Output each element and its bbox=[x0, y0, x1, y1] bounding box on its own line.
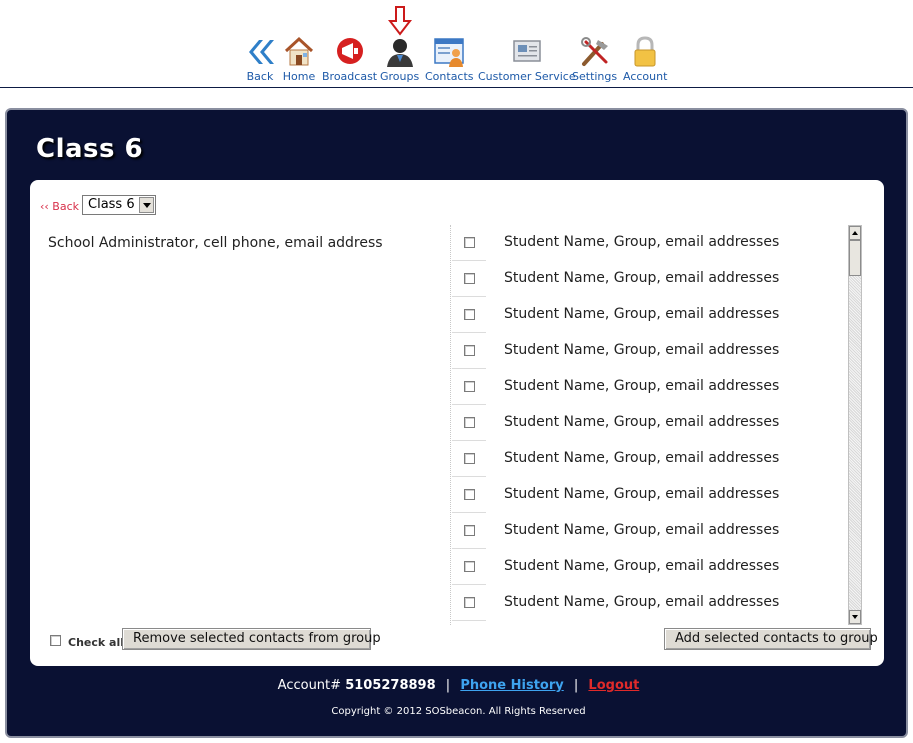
group-person-icon bbox=[386, 39, 413, 67]
account-prefix: Account# bbox=[277, 678, 342, 693]
table-row: Student Name, Group, email addresses bbox=[452, 261, 848, 297]
content-card: ‹‹ Back Class 6 School Administrator, ce… bbox=[30, 180, 884, 666]
contact-text: Student Name, Group, email addresses bbox=[504, 450, 780, 466]
contact-checkbox[interactable] bbox=[464, 237, 475, 248]
megaphone-icon bbox=[336, 38, 363, 64]
checkbox-cell bbox=[452, 297, 486, 333]
contact-checkbox[interactable] bbox=[464, 273, 475, 284]
contact-checkbox[interactable] bbox=[464, 381, 475, 392]
scroll-up-icon[interactable] bbox=[849, 226, 861, 240]
contact-text: Student Name, Group, email addresses bbox=[504, 522, 780, 538]
contact-checkbox[interactable] bbox=[464, 525, 475, 536]
contact-text: Student Name, Group, email addresses bbox=[504, 486, 780, 502]
table-row: Student Name, Group, email addresses bbox=[452, 585, 848, 621]
checkbox-cell bbox=[452, 585, 486, 621]
nav-label-broadcast: Broadcast bbox=[322, 70, 378, 83]
nav-label-account: Account bbox=[623, 70, 668, 83]
checkbox-cell bbox=[452, 333, 486, 369]
nav-item-contacts[interactable]: Contacts bbox=[425, 36, 474, 84]
contact-checkbox[interactable] bbox=[464, 417, 475, 428]
checkbox-cell bbox=[452, 549, 486, 585]
envelope-icon bbox=[513, 40, 541, 62]
check-all-checkbox[interactable] bbox=[50, 635, 61, 646]
list-item[interactable]: School Administrator, cell phone, email … bbox=[48, 235, 383, 251]
checkbox-cell bbox=[452, 477, 486, 513]
contact-text: Student Name, Group, email addresses bbox=[504, 378, 780, 394]
nav-item-groups[interactable]: Groups bbox=[380, 36, 419, 84]
footer: Account# 5105278898 | Phone History | Lo… bbox=[7, 678, 910, 693]
scroll-thumb[interactable] bbox=[849, 240, 861, 276]
phone-history-link[interactable]: Phone History bbox=[460, 678, 563, 693]
contact-text: Student Name, Group, email addresses bbox=[504, 342, 780, 358]
chevron-down-icon[interactable] bbox=[139, 197, 154, 213]
nav-label-contacts: Contacts bbox=[425, 70, 474, 83]
contacts-scrollbar[interactable] bbox=[848, 225, 862, 625]
copyright: Copyright © 2012 SOSbeacon. All Rights R… bbox=[331, 706, 586, 717]
logout-link[interactable]: Logout bbox=[588, 678, 639, 693]
table-row: Student Name, Group, email addresses bbox=[452, 297, 848, 333]
contact-checkbox[interactable] bbox=[464, 561, 475, 572]
table-row: Student Name, Group, email addresses bbox=[452, 333, 848, 369]
checkbox-cell bbox=[452, 261, 486, 297]
table-row: Student Name, Group, email addresses bbox=[452, 549, 848, 585]
tools-icon bbox=[580, 37, 608, 66]
contact-checkbox[interactable] bbox=[464, 597, 475, 608]
account-number: 5105278898 bbox=[345, 678, 436, 693]
nav-label-home: Home bbox=[282, 70, 316, 83]
available-contacts-list: Student Name, Group, email addresses Stu… bbox=[452, 225, 848, 623]
contact-text: Student Name, Group, email addresses bbox=[504, 414, 780, 430]
nav-label-back: Back bbox=[246, 70, 274, 83]
column-divider bbox=[450, 225, 451, 625]
contact-text: Student Name, Group, email addresses bbox=[504, 234, 780, 250]
scroll-down-icon[interactable] bbox=[849, 610, 861, 624]
add-contacts-button[interactable]: Add selected contacts to group bbox=[664, 628, 878, 650]
nav-item-account[interactable]: Account bbox=[623, 36, 667, 84]
home-icon bbox=[284, 36, 314, 66]
group-select[interactable]: Class 6 bbox=[82, 195, 156, 215]
contact-text: Student Name, Group, email addresses bbox=[504, 306, 780, 322]
nav-label-customer-service: Customer Service bbox=[478, 70, 576, 83]
checkbox-cell bbox=[452, 441, 486, 477]
contacts-card-icon bbox=[434, 38, 465, 67]
checkbox-cell bbox=[452, 405, 486, 441]
contact-checkbox[interactable] bbox=[464, 453, 475, 464]
group-members-list: School Administrator, cell phone, email … bbox=[30, 225, 450, 623]
remove-contacts-button[interactable]: Remove selected contacts from group bbox=[122, 628, 381, 650]
down-arrow-icon bbox=[388, 6, 412, 36]
checkbox-cell bbox=[452, 369, 486, 405]
contact-text: Student Name, Group, email addresses bbox=[504, 558, 780, 574]
contact-checkbox[interactable] bbox=[464, 489, 475, 500]
checkbox-cell bbox=[452, 225, 486, 261]
checkbox-cell bbox=[452, 513, 486, 549]
table-row: Student Name, Group, email addresses bbox=[452, 441, 848, 477]
table-row: Student Name, Group, email addresses bbox=[452, 477, 848, 513]
table-row: Student Name, Group, email addresses bbox=[452, 405, 848, 441]
top-nav: Back Home Broadcast Groups Contacts Cust… bbox=[0, 0, 913, 88]
nav-item-back[interactable]: Back bbox=[243, 36, 277, 84]
contact-checkbox[interactable] bbox=[464, 309, 475, 320]
nav-item-settings[interactable]: Settings bbox=[572, 36, 617, 84]
nav-label-groups: Groups bbox=[380, 70, 420, 83]
contact-text: Student Name, Group, email addresses bbox=[504, 270, 780, 286]
check-all-label: Check all bbox=[68, 636, 124, 649]
padlock-icon bbox=[634, 36, 656, 67]
nav-item-home[interactable]: Home bbox=[282, 36, 316, 84]
table-row: Student Name, Group, email addresses bbox=[452, 225, 848, 261]
contact-checkbox[interactable] bbox=[464, 345, 475, 356]
table-row: Student Name, Group, email addresses bbox=[452, 369, 848, 405]
table-row: Student Name, Group, email addresses bbox=[452, 513, 848, 549]
footer-separator: | bbox=[573, 678, 579, 693]
nav-item-customer-service[interactable]: Customer Service bbox=[478, 36, 576, 84]
page-title: Class 6 bbox=[36, 134, 144, 164]
nav-label-settings: Settings bbox=[572, 70, 618, 83]
nav-item-broadcast[interactable]: Broadcast bbox=[322, 36, 377, 84]
group-select-value: Class 6 bbox=[88, 197, 135, 212]
back-chevrons-icon bbox=[249, 40, 274, 64]
back-link[interactable]: ‹‹ Back bbox=[40, 200, 79, 213]
contact-text: Student Name, Group, email addresses bbox=[504, 594, 780, 610]
footer-separator: | bbox=[445, 678, 451, 693]
main-panel: Class 6 ‹‹ Back Class 6 School Administr… bbox=[5, 108, 908, 738]
